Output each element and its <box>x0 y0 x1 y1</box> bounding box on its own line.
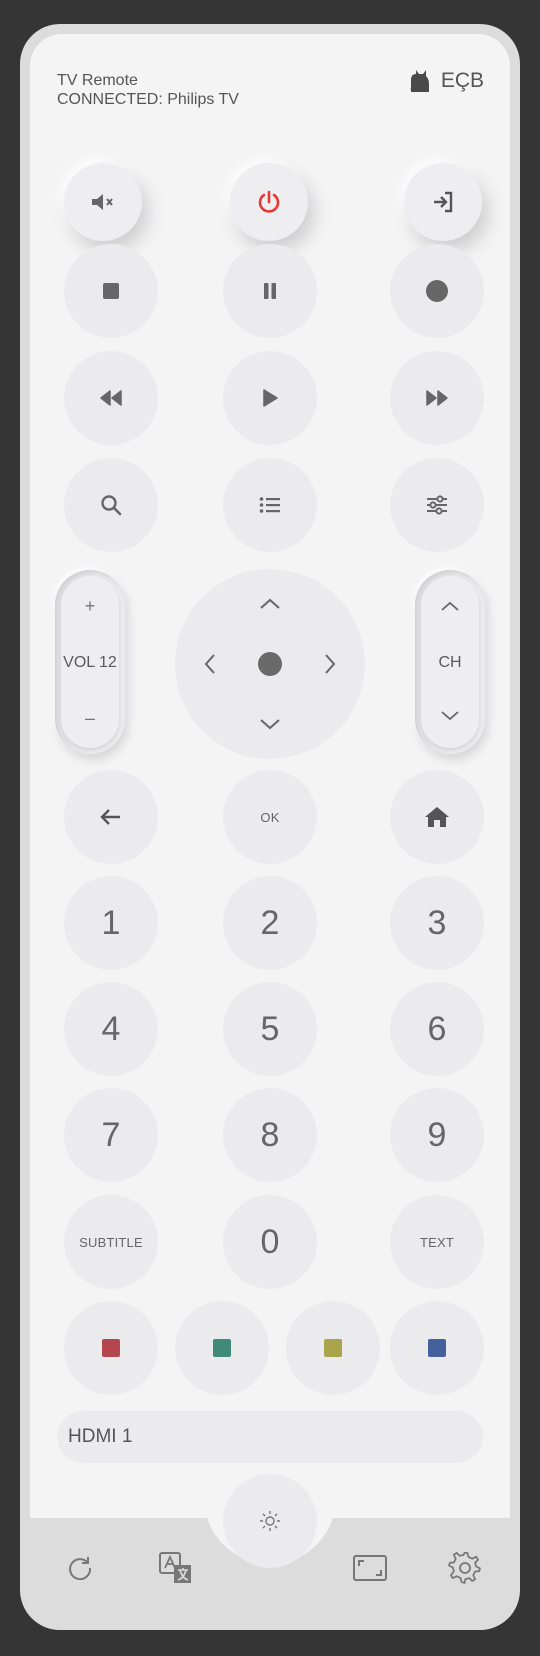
record-button[interactable] <box>390 244 484 338</box>
blue-key-button[interactable] <box>390 1301 484 1395</box>
yellow-swatch <box>324 1339 342 1357</box>
channel-label: CH <box>438 654 462 671</box>
number-1-label: 1 <box>101 903 121 942</box>
search-icon <box>101 495 122 516</box>
pause-button[interactable] <box>223 244 317 338</box>
dpad-left-icon[interactable] <box>203 653 217 675</box>
input-selector[interactable]: HDMI 1 <box>57 1411 483 1463</box>
number-2-label: 2 <box>260 903 280 942</box>
ok-label: OK <box>260 809 280 825</box>
number-5-button[interactable]: 5 <box>223 982 317 1076</box>
play-button[interactable] <box>223 351 317 445</box>
settings-icon <box>448 1552 481 1584</box>
green-swatch <box>213 1339 231 1357</box>
rewind-icon <box>100 390 122 406</box>
mute-icon <box>92 194 113 210</box>
volume-down-button[interactable]: – <box>55 708 125 729</box>
pause-icon <box>264 283 276 299</box>
text-label: TEXT <box>419 1234 455 1250</box>
subtitle-label: SUBTITLE <box>79 1234 143 1250</box>
input-source-icon <box>434 191 453 213</box>
volume-level: VOL 12 <box>63 654 117 671</box>
stop-button[interactable] <box>64 244 158 338</box>
number-0-button[interactable]: 0 <box>223 1195 317 1289</box>
number-1-button[interactable]: 1 <box>64 876 158 970</box>
channel-rocker: CH <box>415 570 485 754</box>
settings-button[interactable] <box>441 1544 489 1592</box>
yellow-key-button[interactable] <box>286 1301 380 1395</box>
search-button[interactable] <box>64 458 158 552</box>
refresh-button[interactable] <box>56 1544 104 1592</box>
number-8-label: 8 <box>260 1115 280 1154</box>
dpad-right-icon[interactable] <box>323 653 337 675</box>
number-4-label: 4 <box>101 1009 121 1048</box>
power-button[interactable] <box>230 163 308 241</box>
rewind-button[interactable] <box>64 351 158 445</box>
number-5-label: 5 <box>260 1009 280 1048</box>
list-icon <box>259 497 280 513</box>
remote-shell: TV Remote CONNECTED: Philips TV EÇB + VO… <box>20 24 520 1630</box>
stop-icon <box>103 283 119 299</box>
number-3-button[interactable]: 3 <box>390 876 484 970</box>
play-icon <box>263 389 278 407</box>
back-button[interactable] <box>64 770 158 864</box>
subtitle-button[interactable]: SUBTITLE <box>64 1195 158 1289</box>
home-icon <box>425 807 449 827</box>
fast-forward-button[interactable] <box>390 351 484 445</box>
green-key-button[interactable] <box>175 1301 269 1395</box>
number-6-label: 6 <box>427 1009 447 1048</box>
ok-button[interactable]: OK <box>223 770 317 864</box>
brand-logo: EÇB <box>407 68 484 94</box>
fast-forward-icon <box>426 390 448 406</box>
dpad-center-button[interactable] <box>258 652 282 676</box>
back-arrow-icon <box>100 809 120 825</box>
number-3-label: 3 <box>427 903 447 942</box>
power-icon <box>258 190 280 213</box>
record-icon <box>426 280 448 302</box>
number-9-label: 9 <box>427 1115 447 1154</box>
backlight-button[interactable] <box>223 1474 317 1568</box>
number-7-button[interactable]: 7 <box>64 1088 158 1182</box>
aspect-ratio-icon <box>353 1555 387 1581</box>
refresh-icon <box>69 1557 92 1581</box>
input-source-button[interactable] <box>404 163 482 241</box>
adjust-button[interactable] <box>390 458 484 552</box>
input-selector-value: HDMI 1 <box>68 1426 133 1447</box>
dpad-up-icon[interactable] <box>259 597 281 611</box>
sun-icon <box>260 1511 280 1531</box>
number-7-label: 7 <box>101 1115 121 1154</box>
red-key-button[interactable] <box>64 1301 158 1395</box>
remote-face: TV Remote CONNECTED: Philips TV EÇB + VO… <box>30 34 510 1620</box>
mute-button[interactable] <box>64 163 142 241</box>
number-4-button[interactable]: 4 <box>64 982 158 1076</box>
dpad <box>175 569 365 759</box>
cat-icon <box>410 70 429 92</box>
list-button[interactable] <box>223 458 317 552</box>
channel-up-icon[interactable] <box>440 600 460 612</box>
home-button[interactable] <box>390 770 484 864</box>
number-8-button[interactable]: 8 <box>223 1088 317 1182</box>
number-0-label: 0 <box>260 1222 280 1261</box>
volume-rocker: + VOL 12 – <box>55 570 125 754</box>
red-swatch <box>102 1339 120 1357</box>
dpad-down-icon[interactable] <box>259 717 281 731</box>
channel-down-icon[interactable] <box>440 710 460 722</box>
volume-up-button[interactable]: + <box>55 596 125 617</box>
aspect-ratio-button[interactable] <box>346 1544 394 1592</box>
number-2-button[interactable]: 2 <box>223 876 317 970</box>
number-6-button[interactable]: 6 <box>390 982 484 1076</box>
translate-button[interactable] <box>152 1544 200 1592</box>
app-title: TV Remote <box>57 72 138 89</box>
number-9-button[interactable]: 9 <box>390 1088 484 1182</box>
text-button[interactable]: TEXT <box>390 1195 484 1289</box>
brand-text: EÇB <box>440 69 484 92</box>
header: TV Remote CONNECTED: Philips TV <box>57 71 239 109</box>
connection-status: CONNECTED: Philips TV <box>57 91 239 108</box>
blue-swatch <box>428 1339 446 1357</box>
sliders-icon <box>427 495 447 515</box>
translate-icon <box>159 1552 191 1583</box>
